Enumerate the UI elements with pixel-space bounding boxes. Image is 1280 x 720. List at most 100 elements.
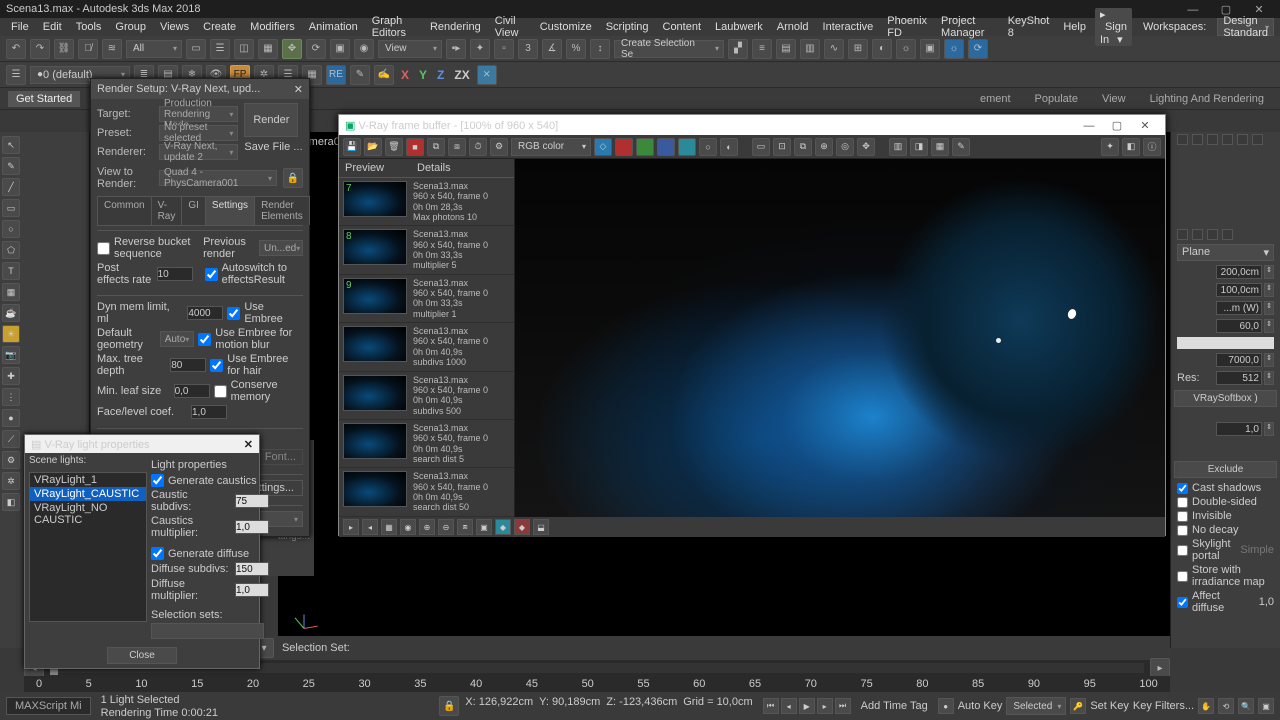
lock-view-icon[interactable]: 🔒 — [283, 168, 303, 188]
poly-icon[interactable]: ⬠ — [2, 241, 20, 259]
light-props-close-button[interactable]: Close — [107, 647, 177, 664]
use-embree-checkbox[interactable] — [227, 307, 240, 320]
menu-edit[interactable]: Edit — [38, 21, 67, 33]
tab-vray[interactable]: V-Ray — [151, 196, 183, 225]
misc-icon[interactable]: ◧ — [2, 493, 20, 511]
skylight-portal-checkbox[interactable] — [1177, 545, 1188, 556]
vfb-pixel-info-icon[interactable]: ⓘ — [1143, 138, 1161, 156]
menu-interactive[interactable]: Interactive — [818, 21, 879, 33]
vfb-r-icon[interactable] — [615, 138, 633, 156]
vfb-region-icon[interactable]: ▭ — [752, 138, 770, 156]
exclude-button[interactable]: Exclude — [1174, 461, 1277, 478]
workspace-dropdown[interactable]: Design Standard — [1217, 18, 1274, 36]
history-item[interactable]: Scena13.max960 x 540, frame 00h 0m 40,9s… — [339, 372, 514, 420]
spinner-icon[interactable]: ⇕ — [1264, 301, 1274, 315]
generate-diffuse-checkbox[interactable] — [151, 547, 164, 560]
color-swatch[interactable] — [1177, 337, 1274, 349]
material-editor-icon[interactable]: ◐ — [872, 39, 892, 59]
menu-laubwerk[interactable]: Laubwerk — [710, 21, 768, 33]
diffuse-subdivs-input[interactable] — [235, 562, 269, 576]
percent-snap-icon[interactable]: % — [566, 39, 586, 59]
helper-icon[interactable]: ✚ — [2, 367, 20, 385]
prev-render-dropdown[interactable]: Un...ed — [259, 240, 303, 256]
sphere-icon[interactable]: ● — [2, 409, 20, 427]
vfb-b-icon[interactable] — [657, 138, 675, 156]
vfb-close-icon[interactable]: ✕ — [1131, 119, 1159, 132]
move-icon[interactable]: ✥ — [282, 39, 302, 59]
vfb-clone-icon[interactable]: ⧈ — [448, 138, 466, 156]
ribbon-tab-populate[interactable]: Populate — [1027, 91, 1086, 107]
goto-end-icon[interactable]: ⏭ — [835, 698, 851, 714]
vfb-switch-icon[interactable]: ◐ — [720, 138, 738, 156]
window-crossing-icon[interactable]: ▦ — [258, 39, 278, 59]
conserve-memory-checkbox[interactable] — [214, 385, 227, 398]
axis-z-button[interactable]: Z — [434, 68, 447, 82]
vfb-load-icon[interactable]: 📂 — [364, 138, 382, 156]
caustic-subdivs-input[interactable] — [235, 494, 269, 508]
goto-start-icon[interactable]: ⏮ — [763, 698, 779, 714]
ribbon-tab-element[interactable]: ement — [972, 91, 1019, 107]
tab-gi[interactable]: GI — [181, 196, 206, 225]
next-frame-icon[interactable]: ▸ — [817, 698, 833, 714]
vfb-cc-icon[interactable]: ✎ — [952, 138, 970, 156]
vfb-minimize-icon[interactable]: — — [1075, 120, 1103, 132]
render-setup-icon[interactable]: ☼ — [896, 39, 916, 59]
motion-tab-icon[interactable] — [1222, 134, 1233, 145]
menu-modifiers[interactable]: Modifiers — [245, 21, 300, 33]
key-filters-button[interactable]: Key Filters... — [1133, 700, 1194, 712]
autoswitch-checkbox[interactable] — [205, 268, 218, 281]
vfb-bot-9-icon[interactable]: ◆ — [495, 519, 511, 535]
ribbon-tab-lighting[interactable]: Lighting And Rendering — [1142, 91, 1272, 107]
axis-y-button[interactable]: Y — [416, 68, 430, 82]
cast-shadows-checkbox[interactable] — [1177, 483, 1188, 494]
line-icon[interactable]: ╱ — [2, 178, 20, 196]
text-icon[interactable]: T — [2, 262, 20, 280]
nav-pan-icon[interactable]: ✋ — [1198, 698, 1214, 714]
menu-phoenixfd[interactable]: Phoenix FD — [882, 15, 932, 39]
camera-icon[interactable]: 📷 — [2, 346, 20, 364]
vfb-maximize-icon[interactable]: ▢ — [1103, 119, 1131, 132]
redo-icon[interactable]: ↷ — [30, 39, 50, 59]
menu-projectmanager[interactable]: Project Manager — [936, 15, 999, 39]
vfb-bot-11-icon[interactable]: ⬓ — [533, 519, 549, 535]
display-tab-icon[interactable] — [1237, 134, 1248, 145]
vfb-pick-icon[interactable]: ⊕ — [815, 138, 833, 156]
vfb-rgb-icon[interactable]: ◇ — [594, 138, 612, 156]
menu-content[interactable]: Content — [658, 21, 707, 33]
sign-in-button[interactable]: ▸ Sign In ▾ — [1095, 8, 1132, 46]
nav-zoom-icon[interactable]: 🔍 — [1238, 698, 1254, 714]
scale-icon[interactable]: ▣ — [330, 39, 350, 59]
dyn-mem-input[interactable] — [187, 306, 223, 320]
list-item[interactable]: VRayLight_1 — [30, 473, 146, 487]
history-item[interactable]: Scena13.max960 x 540, frame 00h 0m 40,9s… — [339, 323, 514, 371]
teapot-icon[interactable]: ☕ — [2, 304, 20, 322]
type-dot-icon[interactable] — [1177, 229, 1188, 240]
selection-filter-dropdown[interactable]: All — [126, 40, 182, 58]
history-item[interactable]: Scena13.max960 x 540, frame 00h 0m 40,9s… — [339, 420, 514, 468]
vfb-clear-icon[interactable]: 🗑 — [385, 138, 403, 156]
vfb-save-icon[interactable]: 💾 — [343, 138, 361, 156]
scene-lights-list[interactable]: VRayLight_1 VRayLight_CAUSTIC VRayLight_… — [29, 472, 147, 622]
prev-frame-icon[interactable]: ◂ — [781, 698, 797, 714]
menu-group[interactable]: Group — [110, 21, 151, 33]
vfb-bot-5-icon[interactable]: ⊕ — [419, 519, 435, 535]
bind-icon[interactable]: ≋ — [102, 39, 122, 59]
tab-settings[interactable]: Settings — [205, 196, 255, 225]
store-irradiance-checkbox[interactable] — [1177, 571, 1188, 582]
render-icon[interactable]: ☼ — [944, 39, 964, 59]
tab-common[interactable]: Common — [97, 196, 152, 225]
type-dot-icon[interactable] — [1222, 229, 1233, 240]
system-icon[interactable]: ⚙ — [2, 451, 20, 469]
play-icon[interactable]: ▶ — [799, 698, 815, 714]
light-type-dropdown[interactable]: Plane▾ — [1177, 244, 1274, 261]
tab-render-elements[interactable]: Render Elements — [254, 196, 310, 225]
vfb-a-icon[interactable] — [678, 138, 696, 156]
double-sided-checkbox[interactable] — [1177, 497, 1188, 508]
menu-views[interactable]: Views — [155, 21, 194, 33]
rect-select-icon[interactable]: ◫ — [234, 39, 254, 59]
min-leaf-size-input[interactable] — [174, 384, 210, 398]
vfb-channel-dropdown[interactable]: RGB color — [511, 138, 591, 156]
menu-customize[interactable]: Customize — [535, 21, 597, 33]
max-tree-depth-input[interactable] — [170, 358, 206, 372]
setkey-button[interactable]: Set Key — [1090, 700, 1129, 712]
